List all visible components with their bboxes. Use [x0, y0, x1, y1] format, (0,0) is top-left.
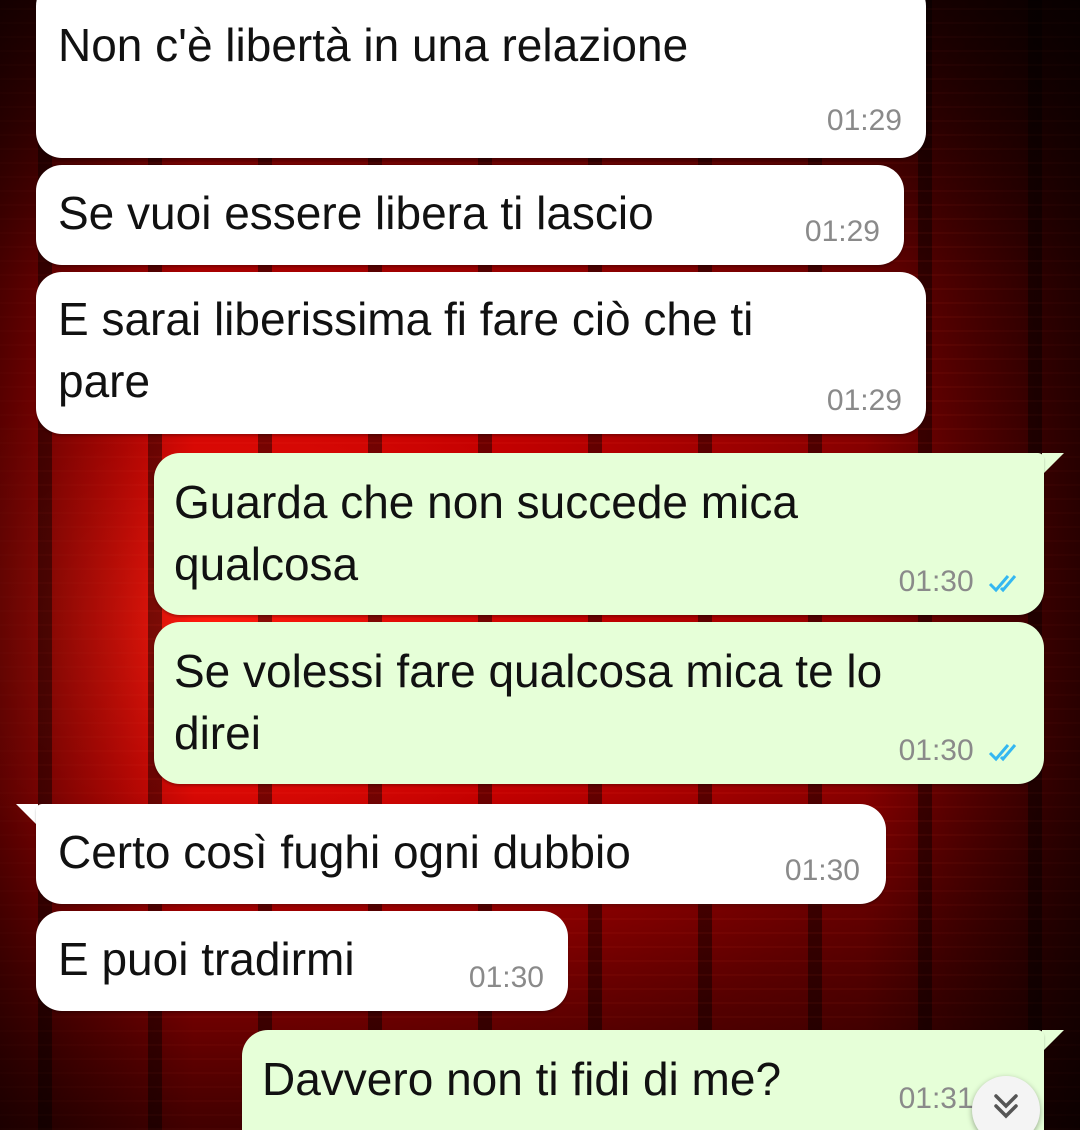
message-time: 01:31 — [898, 1082, 974, 1115]
message-text: Davvero non ti fidi di me? — [262, 1053, 782, 1105]
message-time: 01:30 — [898, 565, 974, 598]
message-text: Se vuoi essere libera ti lascio — [58, 187, 654, 239]
message-time: 01:29 — [826, 384, 902, 417]
double-check-icon — [988, 575, 1017, 593]
message-bubble-outgoing[interactable]: Davvero non ti fidi di me? 01:31 — [242, 1030, 1044, 1130]
message-text-line: E sarai liberissima fi fare ciò che ti — [58, 293, 754, 345]
message-time: 01:30 — [468, 961, 544, 994]
message-bubble-incoming[interactable]: E puoi tradirmi 01:30 — [36, 911, 568, 1011]
message-time: 01:29 — [804, 215, 880, 248]
bubble-tail — [16, 804, 38, 826]
message-text: E puoi tradirmi — [58, 933, 355, 985]
message-time: 01:29 — [826, 104, 902, 137]
message-status: 01:30 — [899, 734, 1024, 768]
message-bubble-outgoing[interactable]: Guarda che non succede mica qualcosa 01:… — [154, 453, 1044, 615]
message-text-line: Se volessi fare qualcosa mica te lo — [174, 645, 883, 697]
message-bubble-incoming[interactable]: Non c'è libertà in una relazione 01:29 — [36, 0, 926, 158]
message-text-line: Guarda che non succede mica — [174, 476, 798, 528]
message-bubble-outgoing[interactable]: Se volessi fare qualcosa mica te lo dire… — [154, 622, 1044, 784]
message-time: 01:30 — [784, 854, 860, 887]
double-chevron-down-icon — [994, 1094, 1018, 1119]
message-text: Non c'è libertà in una relazione — [58, 19, 689, 71]
message-bubble-incoming[interactable]: E sarai liberissima fi fare ciò che ti p… — [36, 272, 926, 434]
double-check-icon — [988, 744, 1017, 762]
message-text-line: pare — [58, 355, 151, 407]
message-time: 01:30 — [898, 734, 974, 767]
message-list[interactable]: Non c'è libertà in una relazione 01:29 S… — [0, 0, 1080, 1130]
message-text: Certo così fughi ogni dubbio — [58, 826, 631, 878]
message-text-line: qualcosa — [174, 538, 359, 590]
message-bubble-incoming[interactable]: Se vuoi essere libera ti lascio 01:29 — [36, 165, 904, 265]
message-status: 01:30 — [899, 565, 1024, 599]
message-text-line: direi — [174, 707, 261, 759]
bubble-tail — [1042, 1030, 1064, 1052]
bubble-tail — [1042, 453, 1064, 475]
message-bubble-incoming[interactable]: Certo così fughi ogni dubbio 01:30 — [36, 804, 886, 904]
